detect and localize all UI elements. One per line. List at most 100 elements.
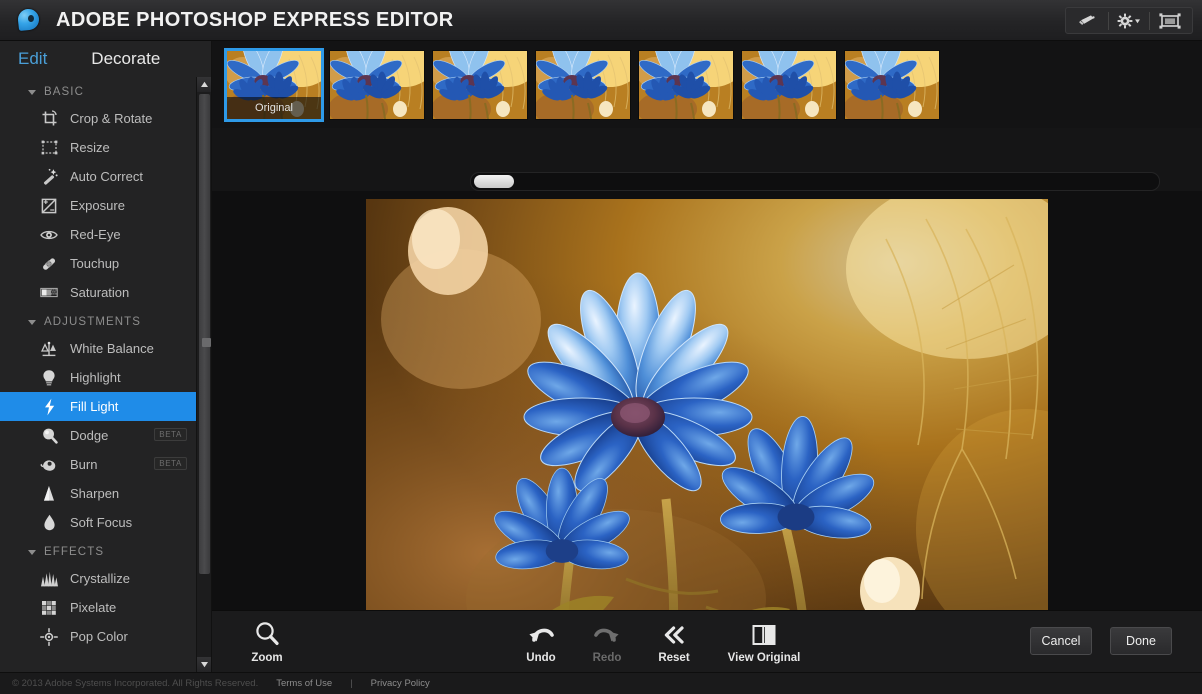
sidebar-item-resize[interactable]: Resize <box>0 133 211 162</box>
sidebar-scroll-area: BASICCrop & RotateResize Auto Correct Expo… <box>0 77 211 672</box>
sidebar-item-label: Soft Focus <box>70 515 132 530</box>
sidebar-item-red-eye[interactable]: Red-Eye <box>0 220 211 249</box>
image-canvas <box>212 191 1202 659</box>
sidebar-item-label: Red-Eye <box>70 227 121 242</box>
megaphone-icon <box>1078 14 1098 28</box>
sidebar-item-label: Auto Correct <box>70 169 143 184</box>
filmstrip-thumbnail-original[interactable]: Original <box>226 50 322 120</box>
sidebar-item-white-balance[interactable]: White Balance <box>0 334 211 363</box>
tool-group-title: EFFECTS <box>44 546 104 558</box>
sidebar-item-label: Crystallize <box>70 571 130 586</box>
sidebar-item-label: Sharpen <box>70 486 119 501</box>
thumbnail-label: Original <box>227 97 321 119</box>
beta-badge: BETA <box>154 428 187 441</box>
thumbnail-preview-image <box>433 51 527 119</box>
lightbulb-icon <box>38 369 60 387</box>
scroll-down-arrow-icon[interactable] <box>197 657 211 672</box>
eye-icon <box>38 226 60 244</box>
filmstrip-thumbnail-5[interactable] <box>741 50 837 120</box>
scroll-up-arrow-icon[interactable] <box>197 77 211 92</box>
sidebar-scrollbar[interactable] <box>196 77 211 672</box>
footer-separator: | <box>350 678 352 689</box>
fullscreen-button[interactable] <box>1150 9 1190 32</box>
undo-arrow-icon <box>526 620 556 648</box>
tab-edit[interactable]: Edit <box>18 49 47 69</box>
pop-color-target-icon <box>38 628 60 646</box>
filmstrip-thumbnail-1[interactable] <box>329 50 425 120</box>
dodge-magnifier-icon <box>38 427 60 445</box>
crystallize-icon <box>38 570 60 588</box>
sidebar-item-auto-correct[interactable]: Auto Correct <box>0 162 211 191</box>
chevron-down-icon <box>28 90 36 95</box>
filmstrip-thumbnail-6[interactable] <box>844 50 940 120</box>
sidebar-item-label: Saturation <box>70 285 129 300</box>
sidebar-item-label: Fill Light <box>70 399 118 414</box>
crop-rotate-icon <box>38 110 60 128</box>
chevron-down-icon <box>28 320 36 325</box>
lightning-bolt-icon <box>38 398 60 416</box>
soft-focus-droplet-icon <box>38 514 60 532</box>
terms-of-use-link[interactable]: Terms of Use <box>276 678 332 689</box>
sidebar-scrollbar-thumb[interactable] <box>199 94 210 574</box>
mode-tabs: Edit Decorate <box>0 41 211 77</box>
filmstrip-thumbnail-3[interactable] <box>535 50 631 120</box>
sidebar-item-label: Dodge <box>70 428 108 443</box>
sidebar-item-label: White Balance <box>70 341 154 356</box>
redo-label: Redo <box>593 652 622 664</box>
thumbnail-preview-image <box>845 51 939 119</box>
thumbnail-preview-image <box>742 51 836 119</box>
copyright-text: © 2013 Adobe Systems Incorporated. All R… <box>12 678 258 689</box>
sidebar-item-dodge[interactable]: Dodge BETA <box>0 421 211 450</box>
tool-group-header-effects[interactable]: EFFECTS <box>0 537 211 564</box>
feedback-megaphone-button[interactable] <box>1068 9 1108 32</box>
filmstrip-thumbnail-2[interactable] <box>432 50 528 120</box>
sidebar-item-pop-color[interactable]: Pop Color <box>0 622 211 651</box>
tab-decorate[interactable]: Decorate <box>91 49 160 69</box>
scrollbar-grip <box>202 338 211 347</box>
sidebar-item-touchup[interactable]: Touchup <box>0 249 211 278</box>
bandage-icon <box>38 255 60 273</box>
titlebar-actions <box>1065 7 1193 34</box>
fullscreen-expand-icon <box>1158 12 1182 30</box>
sidebar-item-crystallize[interactable]: Crystallize <box>0 564 211 593</box>
sidebar-item-sharpen[interactable]: Sharpen <box>0 479 211 508</box>
undo-label: Undo <box>526 652 555 664</box>
sidebar-item-exposure[interactable]: Exposure <box>0 191 211 220</box>
sidebar-item-pixelate[interactable]: Pixelate <box>0 593 211 622</box>
sidebar-item-label: Pixelate <box>70 600 116 615</box>
main-area: Original <box>212 41 1202 672</box>
privacy-policy-link[interactable]: Privacy Policy <box>371 678 430 689</box>
scale-balance-icon <box>38 340 60 358</box>
redo-arrow-icon <box>592 620 622 648</box>
cancel-button[interactable]: Cancel <box>1030 627 1092 655</box>
sidebar-item-soft-focus[interactable]: Soft Focus <box>0 508 211 537</box>
sidebar-item-crop-rotate[interactable]: Crop & Rotate <box>0 104 211 133</box>
view-original-button[interactable]: View Original <box>704 620 824 664</box>
split-view-icon <box>749 620 779 648</box>
chevron-down-icon <box>28 550 36 555</box>
tool-group-header-basic[interactable]: BASIC <box>0 77 211 104</box>
tool-groups: BASICCrop & RotateResize Auto Correct Expo… <box>0 77 211 651</box>
sidebar-item-label: Touchup <box>70 256 119 271</box>
photoshop-express-window: ADOBE PHOTOSHOP EXPRESS EDITOR <box>0 0 1202 694</box>
preview-filmstrip[interactable]: Original <box>212 41 1202 128</box>
filmstrip-scrollbar-thumb[interactable] <box>474 175 514 188</box>
sidebar-item-label: Pop Color <box>70 629 128 644</box>
filmstrip-scrollbar[interactable] <box>470 172 1160 191</box>
sidebar-item-burn[interactable]: BurnBETA <box>0 450 211 479</box>
bottom-toolbar: Zoom Undo Redo <box>212 610 1202 672</box>
sidebar-item-saturation[interactable]: Saturation <box>0 278 211 307</box>
settings-gear-button[interactable] <box>1109 9 1149 32</box>
reset-label: Reset <box>658 652 689 664</box>
zoom-label: Zoom <box>251 652 282 664</box>
view-original-label: View Original <box>728 652 801 664</box>
sidebar-item-highlight[interactable]: Highlight <box>0 363 211 392</box>
tool-group-header-adjustments[interactable]: ADJUSTMENTS <box>0 307 211 334</box>
edited-photo[interactable] <box>366 199 1048 654</box>
sidebar-item-fill-light[interactable]: Fill Light <box>0 392 211 421</box>
left-sidebar: Edit Decorate BASICCrop & RotateResize Au… <box>0 41 212 672</box>
filmstrip-thumbnail-4[interactable] <box>638 50 734 120</box>
done-button[interactable]: Done <box>1110 627 1172 655</box>
zoom-tool[interactable]: Zoom <box>224 620 310 664</box>
footer-bar: © 2013 Adobe Systems Incorporated. All R… <box>0 672 1202 694</box>
